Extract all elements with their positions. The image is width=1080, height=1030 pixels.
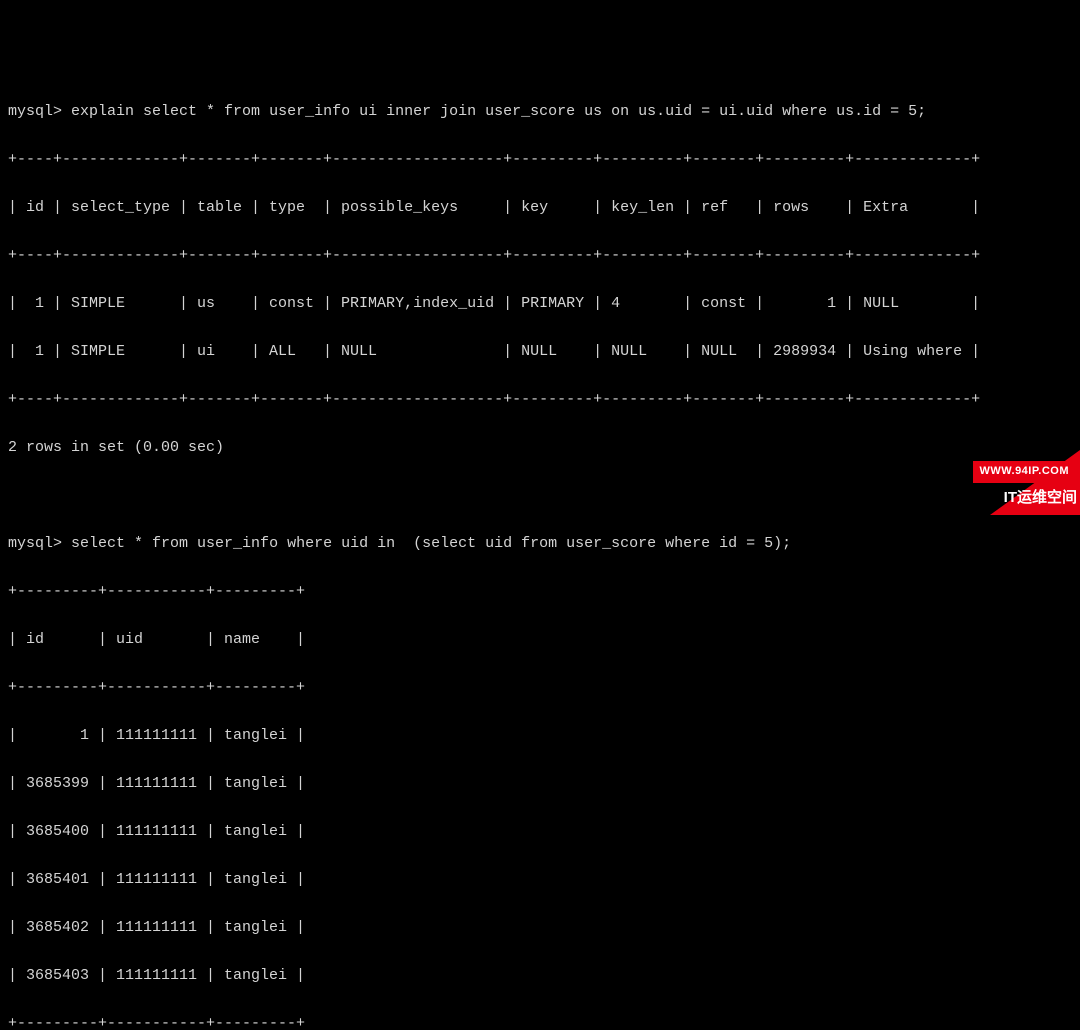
query2-table-border-mid: +---------+-----------+---------+ bbox=[8, 676, 1072, 700]
mysql-prompt: mysql> bbox=[8, 103, 62, 120]
query1-command: explain select * from user_info ui inner… bbox=[71, 103, 926, 120]
query2-table-row: | 3685400 | 111111111 | tanglei | bbox=[8, 820, 1072, 844]
query2-table-row: | 3685401 | 111111111 | tanglei | bbox=[8, 868, 1072, 892]
query1-table-row: | 1 | SIMPLE | ui | ALL | NULL | NULL | … bbox=[8, 340, 1072, 364]
mysql-prompt: mysql> bbox=[8, 535, 62, 552]
query1-table-border-top: +----+-------------+-------+-------+----… bbox=[8, 148, 1072, 172]
query1-table-row: | 1 | SIMPLE | us | const | PRIMARY,inde… bbox=[8, 292, 1072, 316]
query2-command: select * from user_info where uid in (se… bbox=[71, 535, 791, 552]
query2-table-border-top: +---------+-----------+---------+ bbox=[8, 580, 1072, 604]
query1-table-border-bot: +----+-------------+-------+-------+----… bbox=[8, 388, 1072, 412]
query2-table-row: | 3685399 | 111111111 | tanglei | bbox=[8, 772, 1072, 796]
query2-table-row: | 3685403 | 111111111 | tanglei | bbox=[8, 964, 1072, 988]
watermark-url: WWW.94IP.COM bbox=[973, 461, 1075, 483]
query1-prompt-line: mysql> explain select * from user_info u… bbox=[8, 100, 1072, 124]
query1-table-header: | id | select_type | table | type | poss… bbox=[8, 196, 1072, 220]
query2-table-border-bot: +---------+-----------+---------+ bbox=[8, 1012, 1072, 1030]
query2-table-row: | 3685402 | 111111111 | tanglei | bbox=[8, 916, 1072, 940]
query1-table-border-mid: +----+-------------+-------+-------+----… bbox=[8, 244, 1072, 268]
query2-table-header: | id | uid | name | bbox=[8, 628, 1072, 652]
query2-prompt-line: mysql> select * from user_info where uid… bbox=[8, 532, 1072, 556]
query1-status: 2 rows in set (0.00 sec) bbox=[8, 436, 1072, 460]
query2-table-row: | 1 | 111111111 | tanglei | bbox=[8, 724, 1072, 748]
blank-line bbox=[8, 484, 1072, 508]
